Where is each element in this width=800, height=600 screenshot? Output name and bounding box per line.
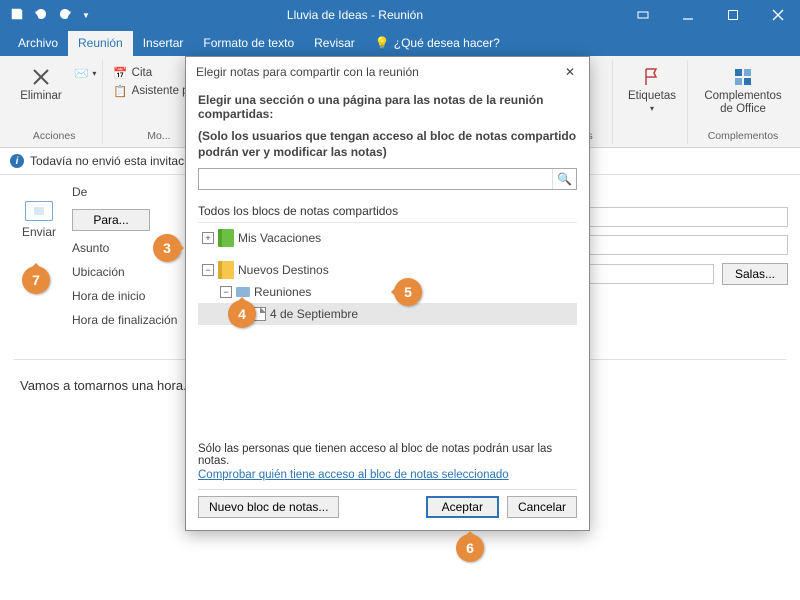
send-icon — [25, 201, 53, 221]
etiquetas-label: Etiquetas — [628, 90, 676, 103]
minimize-icon[interactable] — [665, 0, 710, 30]
tab-formato[interactable]: Formato de texto — [193, 31, 304, 56]
tell-me[interactable]: 💡 ¿Qué desea hacer? — [365, 31, 510, 56]
rooms-button[interactable]: Salas... — [722, 263, 788, 285]
cancel-button[interactable]: Cancelar — [507, 496, 577, 518]
notebook-icon — [218, 229, 234, 247]
info-text: Todavía no envió esta invitaci... — [30, 154, 197, 168]
complementos-label: Complementos de Office — [704, 90, 781, 115]
ok-button[interactable]: Aceptar — [426, 496, 499, 518]
title-bar: ▼ Lluvia de Ideas - Reunión — [0, 0, 800, 30]
section-label: Reuniones — [254, 285, 311, 299]
addins-icon — [732, 66, 754, 88]
page-label: 4 de Septiembre — [270, 307, 358, 321]
qat-dropdown-icon[interactable]: ▼ — [82, 11, 90, 20]
from-label: De — [72, 185, 192, 199]
group-label-acciones: Acciones — [33, 130, 76, 142]
notebooks-header: Todos los blocs de notas compartidos — [198, 198, 577, 223]
group-label-complementos: Complementos — [708, 130, 779, 142]
notebook-item[interactable]: + Mis Vacaciones — [198, 227, 577, 249]
eliminar-button[interactable]: Eliminar — [12, 62, 70, 103]
dialog-note: (Solo los usuarios que tengan acceso al … — [198, 129, 577, 160]
callout-6: 6 — [456, 534, 484, 562]
location-label: Ubicación — [72, 265, 192, 279]
info-icon: i — [10, 154, 24, 168]
search-input[interactable] — [199, 169, 552, 189]
quick-access-toolbar: ▼ — [0, 7, 90, 24]
tab-insertar[interactable]: Insertar — [133, 31, 194, 56]
dialog-title: Elegir notas para compartir con la reuni… — [196, 65, 419, 79]
tab-reunion[interactable]: Reunión — [68, 31, 133, 56]
check-access-link[interactable]: Comprobar quién tiene acceso al bloc de … — [198, 469, 577, 489]
dialog-close-icon[interactable]: ✕ — [559, 61, 581, 83]
ribbon-display-icon[interactable] — [620, 0, 665, 30]
dialog-subtitle: Elegir una sección o una página para las… — [198, 93, 577, 121]
scheduling-icon: 📋 — [113, 84, 127, 98]
eliminar-label: Eliminar — [20, 90, 62, 103]
search-icon[interactable]: 🔍 — [552, 169, 576, 189]
notebook-icon — [218, 261, 234, 279]
send-button[interactable]: Enviar — [22, 225, 56, 239]
notebook-label: Nuevos Destinos — [238, 263, 329, 277]
redo-icon[interactable] — [58, 7, 72, 24]
delete-icon — [30, 66, 52, 88]
cita-label: Cita — [132, 67, 152, 79]
new-notebook-button[interactable]: Nuevo bloc de notas... — [198, 496, 339, 518]
callout-4: 4 — [228, 300, 256, 328]
callout-3: 3 — [153, 234, 181, 262]
dialog-search: 🔍 — [198, 168, 577, 190]
forward-button[interactable]: ✉️▾ — [74, 66, 96, 80]
expander-icon[interactable]: − — [202, 264, 214, 276]
save-icon[interactable] — [10, 7, 24, 24]
ribbon-tabs: Archivo Reunión Insertar Formato de text… — [0, 30, 800, 56]
undo-icon[interactable] — [34, 7, 48, 24]
group-etiquetas: Etiquetas▾ — [617, 60, 688, 144]
cita-button[interactable]: 📅 Cita — [113, 66, 152, 80]
maximize-icon[interactable] — [710, 0, 755, 30]
notebook-label: Mis Vacaciones — [238, 231, 321, 245]
etiquetas-button[interactable]: Etiquetas▾ — [623, 62, 681, 113]
notebook-tree: + Mis Vacaciones − Nuevos Destinos − Reu… — [198, 223, 577, 433]
tab-revisar[interactable]: Revisar — [304, 31, 365, 56]
notebook-item[interactable]: − Nuevos Destinos — [198, 259, 577, 281]
tab-archivo[interactable]: Archivo — [8, 31, 68, 56]
access-text: Sólo las personas que tienen acceso al b… — [198, 443, 577, 469]
group-complementos: Complementos de Office Complementos — [692, 60, 794, 144]
flag-icon — [641, 66, 663, 88]
to-button[interactable]: Para... — [72, 209, 150, 231]
callout-5: 5 — [394, 278, 422, 306]
bulb-icon: 💡 — [375, 36, 390, 50]
window-title: Lluvia de Ideas - Reunión — [90, 8, 620, 22]
calendar-icon: 📅 — [113, 66, 127, 80]
complementos-button[interactable]: Complementos de Office — [698, 62, 788, 115]
close-icon[interactable] — [755, 0, 800, 30]
tell-me-placeholder: ¿Qué desea hacer? — [394, 36, 500, 50]
callout-7: 7 — [22, 266, 50, 294]
expander-icon[interactable]: + — [202, 232, 214, 244]
group-label-mostrar: Mo... — [147, 130, 170, 142]
start-time-label: Hora de inicio — [72, 289, 192, 303]
end-time-label: Hora de finalización — [72, 313, 192, 327]
forward-icon: ✉️ — [74, 66, 88, 80]
group-acciones: Eliminar ✉️▾ Acciones — [6, 60, 103, 144]
expander-icon[interactable]: − — [220, 286, 232, 298]
